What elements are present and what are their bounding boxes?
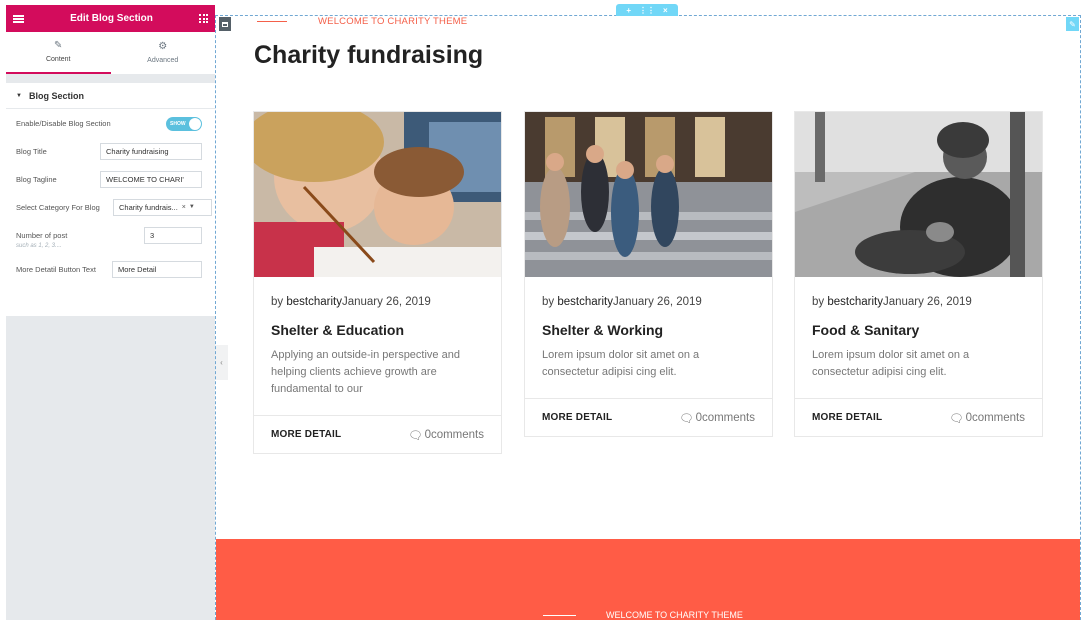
footer-section bbox=[216, 539, 1080, 620]
switch-knob bbox=[189, 118, 201, 130]
row-number-of-post: Number of post 3 bbox=[6, 221, 215, 249]
blog-title-input[interactable]: Charity fundraising bbox=[100, 142, 202, 160]
post-excerpt: Applying an outside-in perspective and h… bbox=[271, 349, 460, 395]
category-select[interactable]: Charity fundrais... × ▼ bbox=[113, 198, 212, 216]
post-image[interactable] bbox=[525, 112, 772, 277]
row-blog-tagline: Blog Tagline WELCOME TO CHARI' bbox=[6, 165, 215, 193]
enable-label: Enable/Disable Blog Section bbox=[16, 118, 111, 128]
comment-icon: 🗨 bbox=[678, 412, 694, 425]
post-image[interactable] bbox=[795, 112, 1042, 277]
comments-link[interactable]: 🗨 0comments bbox=[949, 411, 1025, 425]
post-meta: by bestcharityJanuary 26, 2019 bbox=[271, 296, 484, 308]
panel-gap bbox=[6, 74, 215, 83]
chevron-down-icon: ▼ bbox=[188, 204, 195, 210]
posts-label: Number of post bbox=[16, 230, 68, 240]
enable-switch[interactable]: SHOW bbox=[166, 117, 202, 131]
post-meta: by bestcharityJanuary 26, 2019 bbox=[542, 296, 755, 308]
post-excerpt: Lorem ipsum dolor sit amet on a consecte… bbox=[542, 349, 700, 378]
post-footer: MORE DETAIL 🗨 0comments bbox=[795, 398, 1042, 436]
post-footer: MORE DETAIL 🗨 0comments bbox=[525, 398, 772, 436]
footer-tagline-text: WELCOME TO CHARITY THEME bbox=[606, 610, 743, 620]
post-image[interactable] bbox=[254, 112, 501, 277]
pencil-icon: ✎ bbox=[1069, 19, 1076, 29]
post-card: by bestcharityJanuary 26, 2019 Shelter &… bbox=[524, 111, 773, 437]
section-title: Blog Section bbox=[28, 90, 84, 101]
post-excerpt: Lorem ipsum dolor sit amet on a consecte… bbox=[812, 349, 970, 378]
children-drawing-image bbox=[254, 112, 501, 277]
tab-content[interactable]: ✎ Content bbox=[6, 32, 111, 74]
tagline-divider bbox=[257, 21, 287, 22]
post-title[interactable]: Shelter & Education bbox=[271, 322, 484, 338]
number-of-post-input[interactable]: 3 bbox=[144, 226, 202, 244]
comments-link[interactable]: 🗨 0comments bbox=[408, 428, 484, 442]
blog-tagline-label: Blog Tagline bbox=[16, 174, 57, 184]
category-label: Select Category For Blog bbox=[16, 202, 100, 212]
panel-title: Edit Blog Section bbox=[70, 13, 153, 24]
comments-count: 0comments bbox=[695, 411, 755, 424]
row-enable: Enable/Disable Blog Section SHOW bbox=[6, 109, 215, 137]
editor-panel: Edit Blog Section ✎ Content ⚙ Advanced ▼… bbox=[6, 5, 215, 620]
tab-content-label: Content bbox=[45, 56, 71, 63]
clear-selection-icon[interactable]: × bbox=[182, 204, 186, 211]
by-text: by bbox=[812, 296, 828, 308]
caret-down-icon: ▼ bbox=[16, 92, 22, 99]
footer-tagline-divider bbox=[543, 614, 576, 616]
post-date[interactable]: January 26, 2019 bbox=[883, 296, 972, 308]
comment-icon: 🗨 bbox=[948, 412, 964, 425]
more-detail-link[interactable]: MORE DETAIL bbox=[271, 429, 341, 440]
group-on-steps-image bbox=[525, 112, 772, 277]
widgets-grid-icon[interactable] bbox=[199, 14, 208, 23]
blog-tagline: WELCOME TO CHARITY THEME bbox=[257, 16, 467, 27]
blog-title: Charity fundraising bbox=[254, 41, 484, 69]
footer-tagline: WELCOME TO CHARITY THEME bbox=[543, 610, 743, 620]
comments-link[interactable]: 🗨 0comments bbox=[679, 411, 755, 425]
post-meta: by bestcharityJanuary 26, 2019 bbox=[812, 296, 1025, 308]
post-date[interactable]: January 26, 2019 bbox=[613, 296, 702, 308]
page-root: Edit Blog Section ✎ Content ⚙ Advanced ▼… bbox=[0, 0, 1082, 620]
comments-count: 0comments bbox=[424, 428, 484, 441]
post-author[interactable]: bestcharity bbox=[286, 296, 342, 308]
comment-icon: 🗨 bbox=[407, 429, 423, 442]
blog-section-controls: ▼ Blog Section Enable/Disable Blog Secti… bbox=[6, 83, 215, 316]
switch-state-label: SHOW bbox=[170, 121, 186, 127]
post-card: by bestcharityJanuary 26, 2019 Food & Sa… bbox=[794, 111, 1043, 437]
blog-title-label: Blog Title bbox=[16, 146, 47, 156]
drag-handle-icon[interactable]: ⋮⋮ bbox=[639, 6, 655, 15]
hamburger-menu-icon[interactable] bbox=[13, 14, 24, 23]
gear-icon: ⚙ bbox=[158, 41, 168, 52]
post-card: by bestcharityJanuary 26, 2019 Shelter &… bbox=[253, 111, 502, 454]
more-detail-link[interactable]: MORE DETAIL bbox=[542, 412, 612, 423]
button-text-label: More Detatil Button Text bbox=[16, 264, 96, 274]
category-selected-value: Charity fundrais... bbox=[119, 202, 178, 212]
more-detail-link[interactable]: MORE DETAIL bbox=[812, 412, 882, 423]
by-text: by bbox=[271, 296, 287, 308]
row-blog-title: Blog Title Charity fundraising bbox=[6, 137, 215, 165]
comments-count: 0comments bbox=[965, 411, 1025, 424]
post-author[interactable]: bestcharity bbox=[557, 296, 613, 308]
by-text: by bbox=[542, 296, 558, 308]
close-icon[interactable]: × bbox=[663, 6, 668, 15]
post-title[interactable]: Food & Sanitary bbox=[812, 322, 1025, 338]
button-text-input[interactable]: More Detail bbox=[112, 260, 202, 278]
section-handle[interactable]: + ⋮⋮ × bbox=[616, 4, 678, 16]
tab-advanced[interactable]: ⚙ Advanced bbox=[111, 32, 216, 74]
blog-tagline-input[interactable]: WELCOME TO CHARI' bbox=[100, 170, 202, 188]
post-date[interactable]: January 26, 2019 bbox=[342, 296, 431, 308]
column-handle[interactable] bbox=[219, 17, 231, 31]
pencil-icon: ✎ bbox=[54, 40, 63, 51]
section-toggle[interactable]: ▼ Blog Section bbox=[6, 83, 215, 109]
row-category: Select Category For Blog Charity fundrai… bbox=[6, 193, 215, 221]
tagline-text: WELCOME TO CHARITY THEME bbox=[318, 16, 468, 27]
add-icon[interactable]: + bbox=[626, 6, 631, 15]
post-footer: MORE DETAIL 🗨 0comments bbox=[254, 415, 501, 453]
tab-advanced-label: Advanced bbox=[147, 57, 179, 64]
elderly-man-image bbox=[795, 112, 1042, 277]
post-title[interactable]: Shelter & Working bbox=[542, 322, 755, 338]
column-icon bbox=[222, 21, 228, 27]
widget-edit-button[interactable]: ✎ bbox=[1066, 17, 1079, 31]
row-button-text: More Detatil Button Text More Detail bbox=[6, 255, 215, 283]
post-author[interactable]: bestcharity bbox=[827, 296, 883, 308]
panel-tabs: ✎ Content ⚙ Advanced bbox=[6, 32, 215, 74]
panel-header: Edit Blog Section bbox=[6, 5, 215, 32]
